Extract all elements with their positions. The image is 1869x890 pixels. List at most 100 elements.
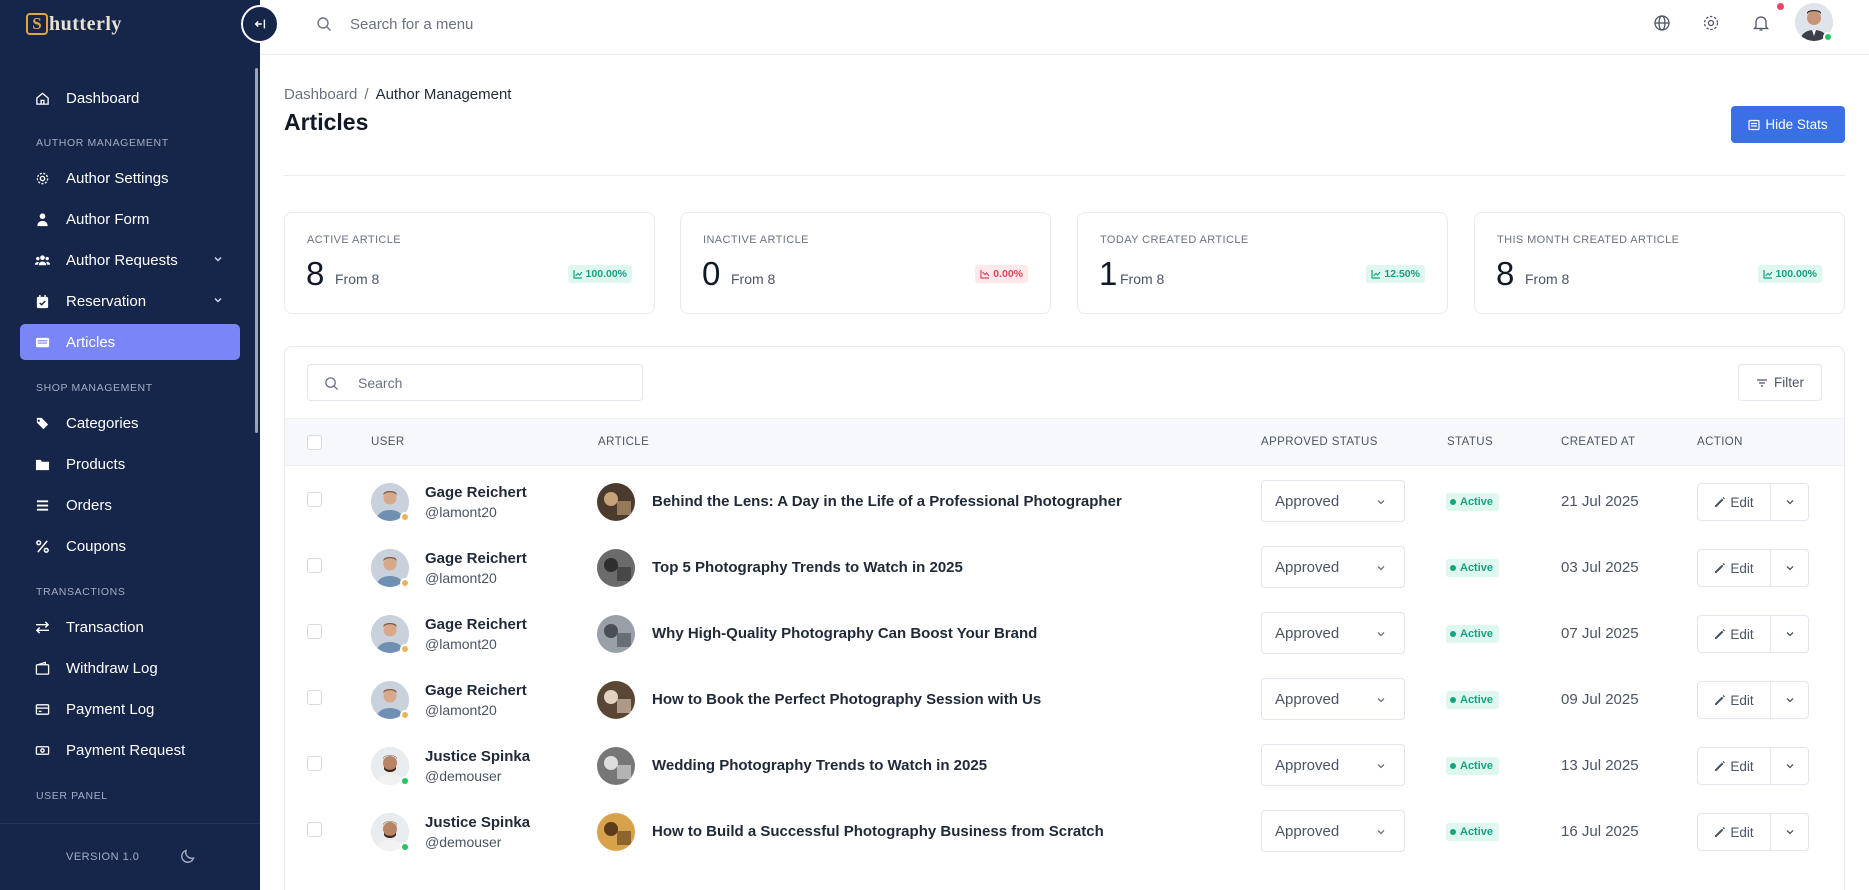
row-checkbox[interactable] xyxy=(307,558,322,573)
sidebar-item-reservation[interactable]: Reservation xyxy=(20,283,240,319)
article-title[interactable]: Why High-Quality Photography Can Boost Y… xyxy=(652,625,1037,642)
author-name[interactable]: Gage Reichert xyxy=(425,616,527,633)
sidebar-item-payment-request[interactable]: Payment Request xyxy=(20,732,240,768)
column-header-article[interactable]: ARTICLE xyxy=(598,436,649,448)
more-actions-button[interactable] xyxy=(1770,747,1809,785)
column-header-created-at[interactable]: CREATED AT xyxy=(1561,436,1636,448)
edit-button[interactable]: Edit xyxy=(1697,813,1771,851)
edit-button[interactable]: Edit xyxy=(1697,483,1771,521)
edit-button[interactable]: Edit xyxy=(1697,681,1771,719)
stat-from: From 8 xyxy=(1525,271,1570,287)
row-checkbox[interactable] xyxy=(307,492,322,507)
sidebar-item-transaction[interactable]: Transaction xyxy=(20,609,240,645)
author-name[interactable]: Justice Spinka xyxy=(425,814,530,831)
sidebar-item-articles[interactable]: Articles xyxy=(20,324,240,360)
sidebar-item-categories[interactable]: Categories xyxy=(20,405,240,441)
credit-card-icon xyxy=(34,701,50,717)
created-at: 03 Jul 2025 xyxy=(1561,559,1639,576)
status-dot xyxy=(1450,499,1456,505)
row-checkbox[interactable] xyxy=(307,756,322,771)
chevron-down-icon xyxy=(1786,698,1793,703)
approved-status-select[interactable]: Approved xyxy=(1261,546,1405,588)
edit-button[interactable]: Edit xyxy=(1697,615,1771,653)
breadcrumb-separator: / xyxy=(364,86,369,103)
stats-card-icon xyxy=(1748,119,1760,130)
article-title[interactable]: Top 5 Photography Trends to Watch in 202… xyxy=(652,559,963,576)
row-checkbox[interactable] xyxy=(307,690,322,705)
sidebar-item-coupons[interactable]: Coupons xyxy=(20,528,240,564)
author-name[interactable]: Justice Spinka xyxy=(425,748,530,765)
sidebar-item-withdraw-log[interactable]: Withdraw Log xyxy=(20,650,240,686)
collapse-arrow-icon xyxy=(254,19,266,29)
sidebar-item-author-form[interactable]: Author Form xyxy=(20,201,240,237)
more-actions-button[interactable] xyxy=(1770,615,1809,653)
approved-status-select[interactable]: Approved xyxy=(1261,678,1405,720)
globe-icon[interactable] xyxy=(1653,14,1671,32)
edit-button[interactable]: Edit xyxy=(1697,549,1771,587)
column-header-user[interactable]: USER xyxy=(371,436,405,448)
sidebar-item-author-settings[interactable]: Author Settings xyxy=(20,160,240,196)
table-header: USER ARTICLE APPROVED STATUS STATUS CREA… xyxy=(285,418,1844,466)
sidebar-item-dashboard[interactable]: Dashboard xyxy=(20,80,240,116)
more-actions-button[interactable] xyxy=(1770,813,1809,851)
brand-logo[interactable]: S hutterly xyxy=(26,10,122,38)
approved-status-select[interactable]: Approved xyxy=(1261,612,1405,654)
sidebar-item-orders[interactable]: Orders xyxy=(20,487,240,523)
row-checkbox[interactable] xyxy=(307,624,322,639)
row-checkbox[interactable] xyxy=(307,822,322,837)
stat-label: THIS MONTH CREATED ARTICLE xyxy=(1497,234,1680,246)
column-header-approved-status[interactable]: APPROVED STATUS xyxy=(1261,436,1378,448)
bell-icon[interactable] xyxy=(1752,14,1770,32)
approved-status-select[interactable]: Approved xyxy=(1261,744,1405,786)
table-search-box[interactable] xyxy=(307,364,643,401)
menu-search-input[interactable] xyxy=(350,12,750,36)
author-handle: @demouser xyxy=(425,834,502,850)
more-actions-button[interactable] xyxy=(1770,483,1809,521)
article-title[interactable]: How to Build a Successful Photography Bu… xyxy=(652,823,1104,840)
tags-icon xyxy=(34,415,50,431)
author-name[interactable]: Gage Reichert xyxy=(425,682,527,699)
author-name[interactable]: Gage Reichert xyxy=(425,484,527,501)
pencil-icon xyxy=(1715,827,1726,837)
article-thumbnail xyxy=(597,747,635,785)
approved-status-value: Approved xyxy=(1275,691,1340,708)
chevron-down-icon xyxy=(1377,632,1385,637)
approved-status-select[interactable]: Approved xyxy=(1261,480,1405,522)
breadcrumb-current: Author Management xyxy=(375,86,512,103)
table-row: Gage Reichert @lamont20 Top 5 Photography … xyxy=(285,532,1844,599)
edit-label: Edit xyxy=(1730,824,1754,840)
article-title[interactable]: Wedding Photography Trends to Watch in 2… xyxy=(652,757,987,774)
sidebar-item-label: Dashboard xyxy=(66,89,140,107)
dark-mode-toggle-icon[interactable] xyxy=(180,848,196,864)
column-header-status[interactable]: STATUS xyxy=(1447,436,1493,448)
stat-value: 8 xyxy=(306,255,325,292)
article-title[interactable]: How to Book the Perfect Photography Sess… xyxy=(652,691,1041,708)
select-all-checkbox[interactable] xyxy=(307,435,322,450)
author-name[interactable]: Gage Reichert xyxy=(425,550,527,567)
sidebar-item-products[interactable]: Products xyxy=(20,446,240,482)
article-title[interactable]: Behind the Lens: A Day in the Life of a … xyxy=(652,493,1122,510)
author-handle: @lamont20 xyxy=(425,504,497,520)
sidebar-item-payment-log[interactable]: Payment Log xyxy=(20,691,240,727)
hide-stats-button[interactable]: Hide Stats xyxy=(1731,106,1845,143)
logo-mark: S xyxy=(26,13,48,35)
more-actions-button[interactable] xyxy=(1770,681,1809,719)
article-icon xyxy=(34,334,50,350)
breadcrumb-link-dashboard[interactable]: Dashboard xyxy=(284,86,357,103)
sidebar-item-label: Transaction xyxy=(66,618,144,636)
list-icon xyxy=(34,497,50,513)
settings-gear-icon[interactable] xyxy=(1702,14,1720,32)
more-actions-button[interactable] xyxy=(1770,549,1809,587)
sidebar-item-label: Author Form xyxy=(66,210,150,228)
chevron-down-icon xyxy=(1377,764,1385,769)
approved-status-select[interactable]: Approved xyxy=(1261,810,1405,852)
author-status-dot xyxy=(400,842,410,852)
sidebar-scrollbar[interactable] xyxy=(255,68,258,433)
edit-button[interactable]: Edit xyxy=(1697,747,1771,785)
filter-button[interactable]: Filter xyxy=(1738,364,1822,401)
status-dot xyxy=(1450,697,1456,703)
table-search-input[interactable] xyxy=(358,374,618,392)
author-status-dot xyxy=(400,776,410,786)
sidebar-item-author-requests[interactable]: Author Requests xyxy=(20,242,240,278)
sidebar-collapse-button[interactable] xyxy=(241,5,279,43)
